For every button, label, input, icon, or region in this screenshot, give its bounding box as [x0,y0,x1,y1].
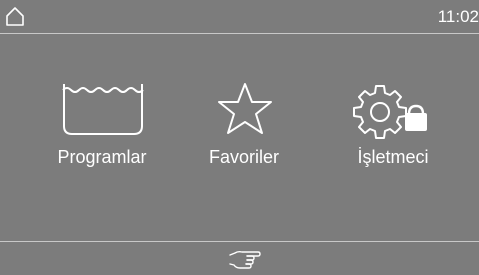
bottom-bar [0,242,479,275]
programs-label: Programlar [57,147,147,167]
status-bar: 11:02 [0,0,479,33]
favorites-tile[interactable]: Favoriler [169,70,319,180]
operator-tile[interactable]: İşletmeci [318,70,468,180]
settings-lock-icon [353,85,427,139]
clock: 11:02 [437,7,479,26]
top-divider [0,33,479,34]
hand-icon[interactable] [228,248,262,270]
star-icon [218,83,272,134]
wash-tub-icon [62,84,144,135]
programs-tile[interactable]: Programlar [27,70,177,180]
favorites-label: Favoriler [208,147,279,167]
home-icon[interactable] [4,5,26,27]
operator-label: İşletmeci [357,147,429,167]
